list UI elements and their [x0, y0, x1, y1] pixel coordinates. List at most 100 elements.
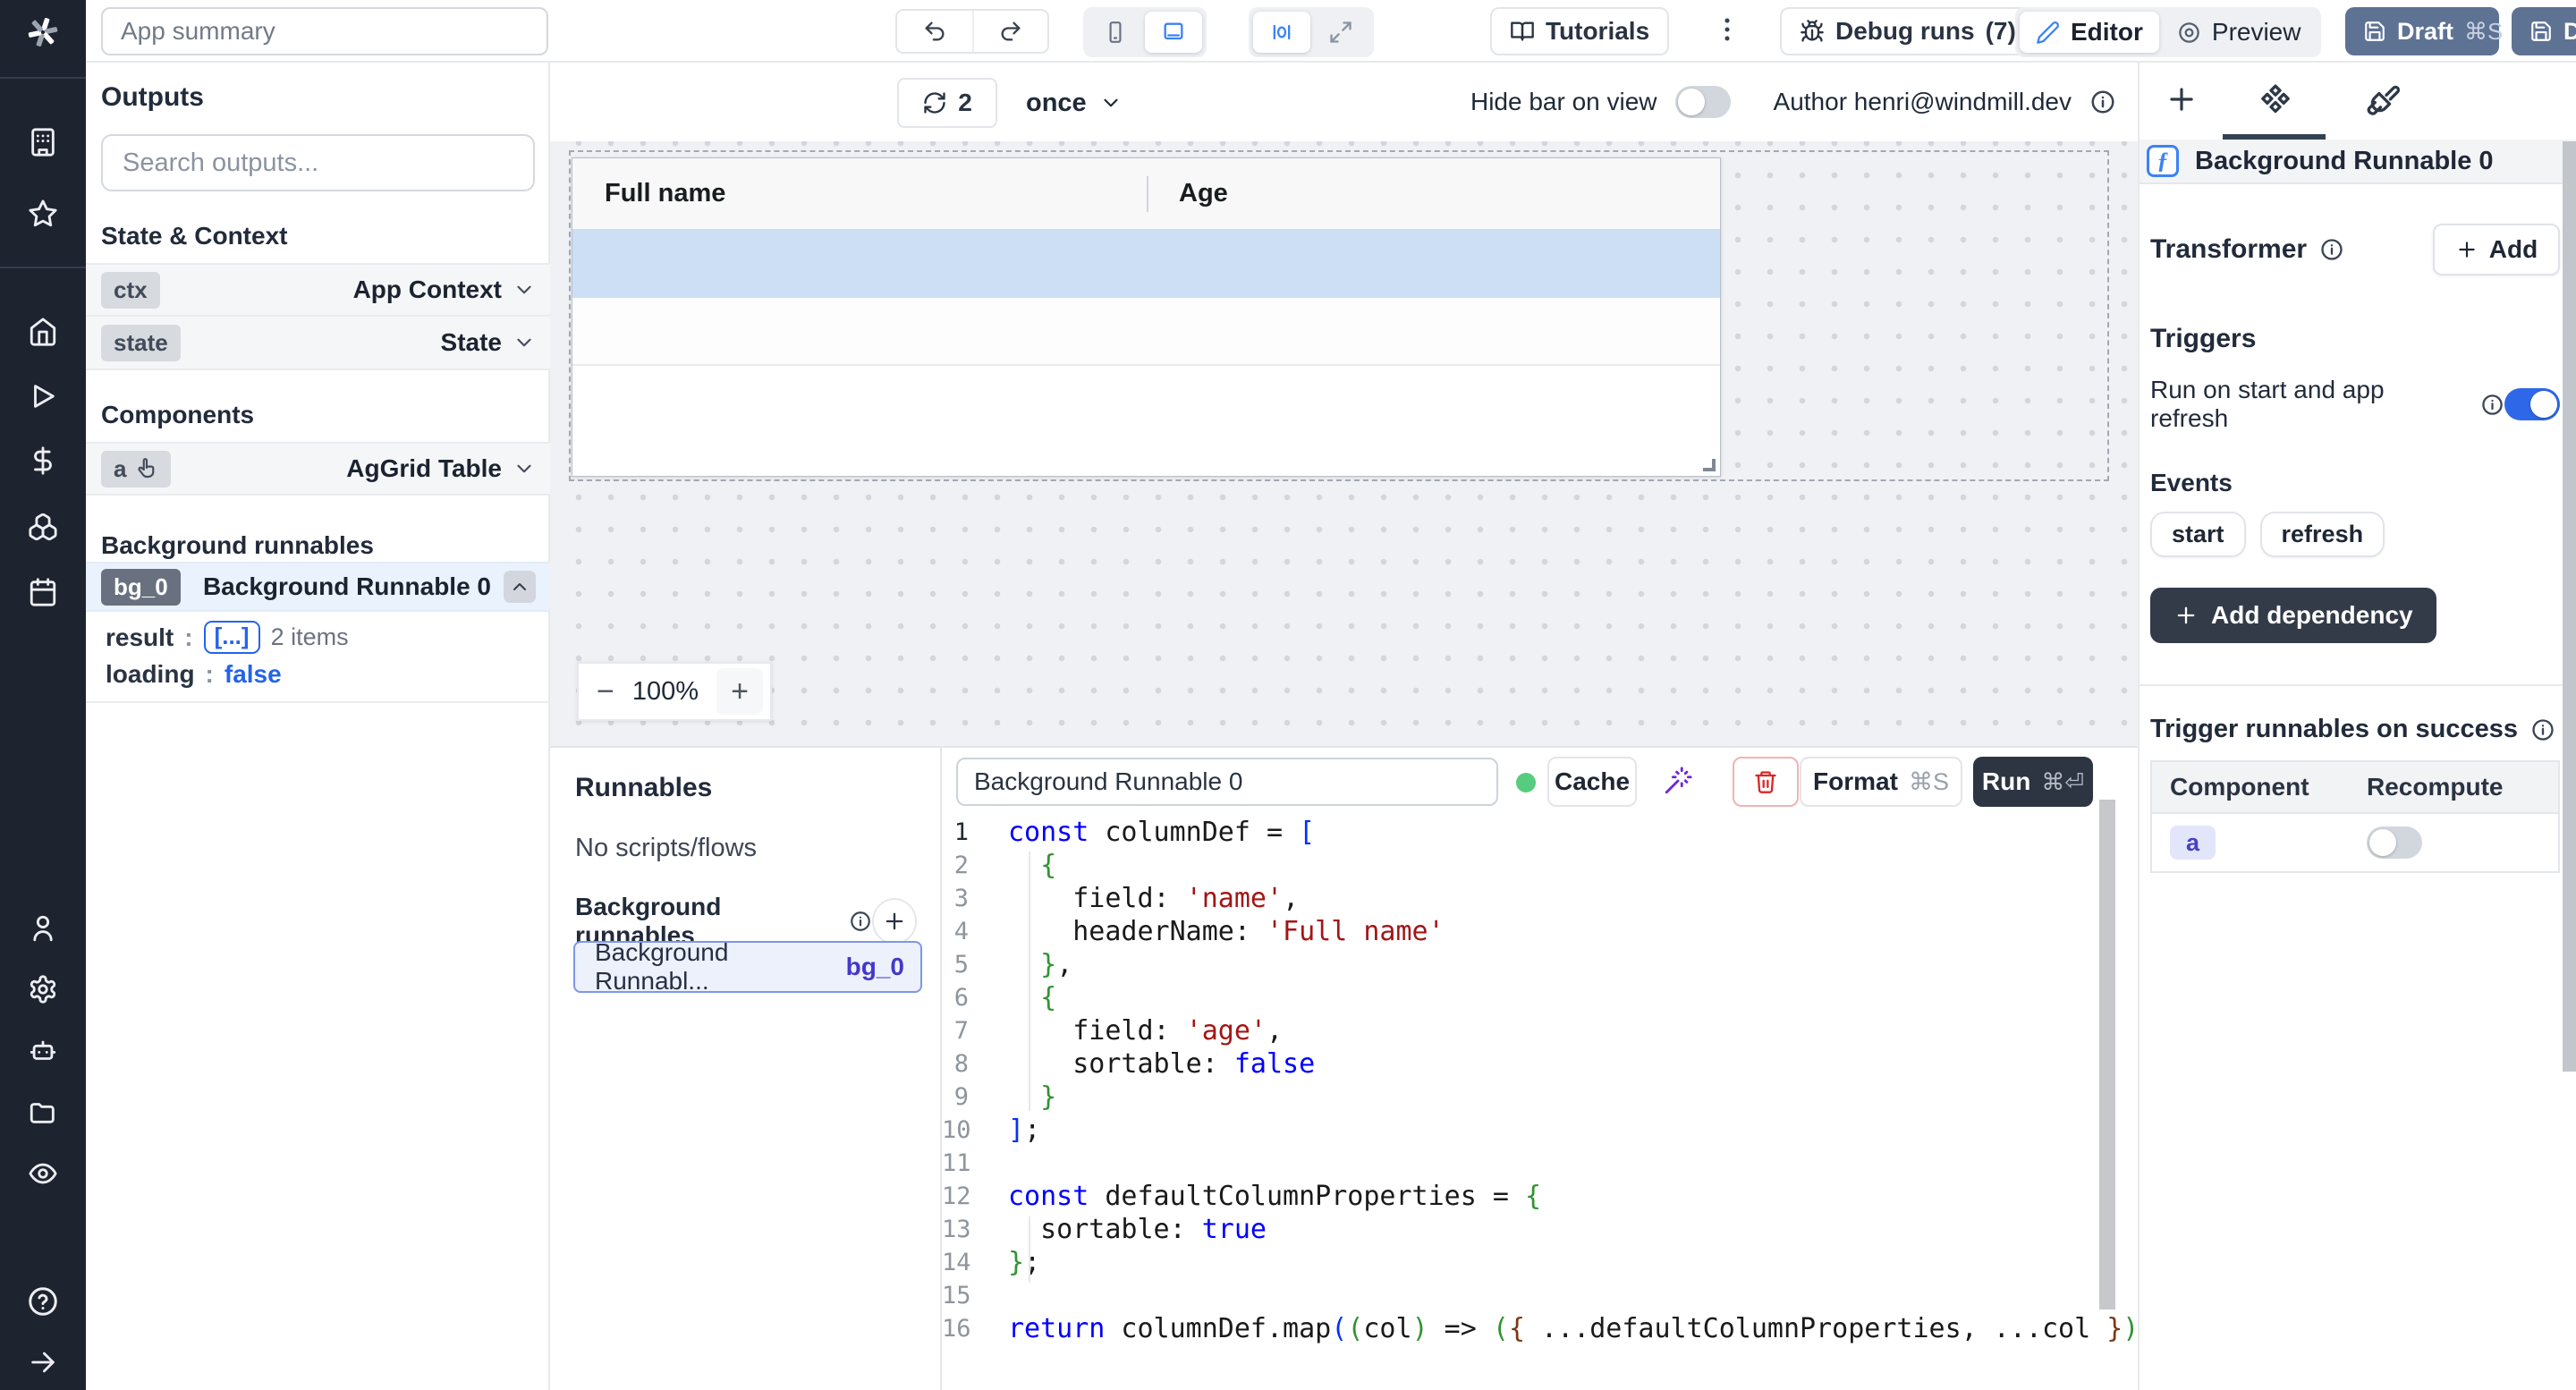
code-line[interactable]: 15 [942, 1279, 2138, 1312]
code-line[interactable]: 12const defaultColumnProperties = { [942, 1180, 2138, 1213]
settings-gear-icon[interactable] [21, 968, 64, 1011]
code-line[interactable]: 7 field: 'age', [942, 1014, 2138, 1047]
events-title: Events [2150, 469, 2560, 497]
more-menu-button[interactable] [1712, 14, 1742, 49]
component-a-row[interactable]: a AgGrid Table [86, 442, 550, 496]
code-line[interactable]: 1const columnDef = [ [942, 816, 2138, 849]
insert-component-tab-plus-icon[interactable] [2165, 82, 2199, 116]
code-line[interactable]: 4 headerName: 'Full name' [942, 915, 2138, 948]
windmill-logo[interactable] [21, 11, 64, 54]
collapse-chevron-up-button[interactable] [504, 571, 536, 603]
triggers-title: Triggers [2150, 324, 2560, 354]
user-icon[interactable] [21, 907, 64, 950]
code-area[interactable]: 1const columnDef = [2 {3 field: 'name',4… [942, 816, 2138, 1390]
result-expand-button[interactable]: [...] [204, 621, 260, 654]
divider [86, 701, 550, 703]
ai-wand-icon[interactable] [1663, 766, 1693, 796]
table-row-selected[interactable] [572, 230, 1720, 298]
code-line[interactable]: 16return columnDef.map((col) => ({ ...de… [942, 1312, 2138, 1345]
column-header-age[interactable]: Age [1179, 179, 1228, 208]
components-settings-tab-icon[interactable] [2258, 82, 2293, 118]
resize-handle[interactable] [1703, 459, 1716, 471]
code-line[interactable]: 10]; [942, 1114, 2138, 1147]
app-summary-input[interactable] [101, 7, 548, 55]
runs-play-icon[interactable] [21, 375, 64, 418]
author-label: Author henri@windmill.dev [1774, 88, 2072, 116]
code-line[interactable]: 11 [942, 1147, 2138, 1180]
run-button[interactable]: Run⌘⏎ [1973, 757, 2093, 807]
editor-tab[interactable]: Editor [2020, 12, 2159, 53]
add-transformer-button[interactable]: Add [2433, 224, 2560, 275]
code-line[interactable]: 13 sortable: true [942, 1213, 2138, 1246]
redo-button[interactable] [972, 11, 1047, 52]
chevron-down-icon[interactable] [513, 331, 536, 354]
debug-runs-button[interactable]: Debug runs (7) [1780, 7, 2036, 55]
zoom-out-button[interactable]: − [597, 674, 614, 709]
app-canvas[interactable]: Full name Age − 100% + [550, 141, 2138, 746]
code-line[interactable]: 2 { [942, 849, 2138, 882]
table-row[interactable] [572, 298, 1720, 366]
search-outputs-input[interactable] [101, 134, 535, 191]
delete-runnable-button[interactable] [1733, 757, 1799, 807]
code-line[interactable]: 6 { [942, 981, 2138, 1014]
component-a-chip[interactable]: a [2170, 826, 2216, 860]
ctx-row[interactable]: ctx App Context [86, 263, 550, 317]
code-line[interactable]: 3 field: 'name', [942, 882, 2138, 915]
editor-scrollbar[interactable] [2099, 800, 2115, 1309]
workers-bot-icon[interactable] [21, 1030, 64, 1072]
chevron-down-icon[interactable] [513, 278, 536, 301]
draft-button[interactable]: Draft ⌘S [2345, 7, 2499, 55]
favorites-star-icon[interactable] [21, 192, 64, 235]
schedules-calendar-icon[interactable] [21, 571, 64, 614]
styling-paintbrush-tab-icon[interactable] [2365, 82, 2401, 118]
code-line[interactable]: 9 } [942, 1081, 2138, 1114]
code-line[interactable]: 5 }, [942, 948, 2138, 981]
chevron-down-icon [1099, 91, 1123, 114]
home-icon[interactable] [21, 310, 64, 353]
format-button[interactable]: Format⌘S [1800, 757, 1962, 807]
aggrid-table-component[interactable]: Full name Age [572, 157, 1721, 477]
collapse-arrow-icon[interactable] [21, 1341, 64, 1384]
variables-dollar-icon[interactable] [21, 439, 64, 482]
mobile-view-button[interactable] [1088, 12, 1143, 53]
background-runnable-item[interactable]: Background Runnabl... bg_0 [573, 941, 922, 993]
add-background-runnable-button[interactable] [872, 898, 917, 945]
column-header-full-name[interactable]: Full name [605, 179, 725, 208]
info-icon[interactable] [849, 910, 872, 933]
folders-icon[interactable] [21, 1090, 64, 1133]
zoom-in-button[interactable]: + [716, 668, 763, 715]
help-icon[interactable] [21, 1280, 64, 1323]
audit-eye-icon[interactable] [21, 1152, 64, 1195]
code-line[interactable]: 8 sortable: false [942, 1047, 2138, 1081]
info-icon[interactable] [2480, 393, 2504, 417]
run-on-start-toggle[interactable] [2504, 388, 2560, 420]
frequency-dropdown[interactable]: once [1026, 78, 1123, 128]
apps-icon[interactable] [21, 121, 64, 164]
fullscreen-icon[interactable] [1312, 12, 1369, 53]
code-line[interactable]: 14}; [942, 1246, 2138, 1279]
runnables-empty-label: No scripts/flows [575, 834, 915, 863]
tutorials-button[interactable]: Tutorials [1490, 7, 1669, 55]
info-icon[interactable] [2319, 237, 2344, 262]
info-icon[interactable] [2530, 717, 2555, 742]
event-chip-refresh[interactable]: refresh [2260, 512, 2385, 557]
state-row[interactable]: state State [86, 317, 550, 370]
info-icon[interactable] [2089, 89, 2116, 115]
column-divider [1147, 176, 1148, 212]
chevron-down-icon[interactable] [513, 457, 536, 480]
deploy-button[interactable]: Deploy [2512, 7, 2576, 55]
event-chip-start[interactable]: start [2150, 512, 2246, 557]
add-dependency-button[interactable]: Add dependency [2150, 588, 2436, 643]
panel-scrollbar[interactable] [2563, 141, 2576, 1072]
preview-tab[interactable]: Preview [2161, 12, 2318, 53]
recompute-toggle[interactable] [2367, 826, 2422, 859]
bg0-row[interactable]: bg_0 Background Runnable 0 [86, 562, 550, 612]
undo-button[interactable] [897, 11, 972, 52]
cache-button[interactable]: Cache [1547, 757, 1637, 807]
desktop-view-button[interactable] [1145, 12, 1202, 53]
resources-boxes-icon[interactable] [21, 505, 64, 548]
runnable-name-input[interactable] [956, 758, 1498, 806]
hide-bar-toggle[interactable] [1675, 86, 1731, 118]
align-center-button[interactable] [1253, 12, 1310, 53]
refresh-count-button[interactable]: 2 [897, 78, 997, 128]
